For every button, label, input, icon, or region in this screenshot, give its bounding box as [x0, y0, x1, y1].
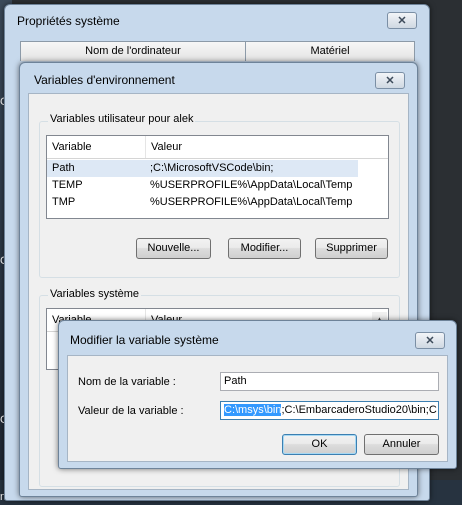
close-button[interactable]: ✕: [387, 12, 417, 29]
window-title: Variables d'environnement: [34, 73, 175, 87]
tab-label: Nom de l'ordinateur: [85, 45, 181, 57]
user-variables-list[interactable]: Variable Valeur Path ;C:\MicrosoftVSCode…: [46, 135, 389, 219]
field-value: Path: [224, 375, 247, 387]
close-icon: ✕: [425, 335, 435, 347]
column-label: Valeur: [151, 141, 182, 153]
variable-value: %USERPROFILE%\AppData\Local\Temp: [150, 179, 353, 191]
close-icon: ✕: [397, 15, 407, 27]
field-value: ;C:\EmbarcaderoStudio20\bin;C: [281, 404, 437, 416]
window-title: Propriétés système: [17, 14, 120, 28]
column-label: Variable: [52, 141, 92, 153]
selected-text: C:\msys\bin: [224, 404, 282, 416]
column-header-value[interactable]: Valeur: [146, 136, 388, 158]
variable-name: TEMP: [52, 179, 83, 191]
tab-hardware[interactable]: Matériel: [245, 41, 415, 61]
variable-name-label: Nom de la variable :: [78, 376, 176, 388]
column-header-variable[interactable]: Variable: [47, 136, 146, 158]
close-button[interactable]: ✕: [375, 72, 405, 89]
cancel-button[interactable]: Annuler: [364, 434, 439, 455]
variable-name-field[interactable]: Path: [220, 372, 439, 391]
variable-name: Path: [52, 162, 75, 174]
variable-value-field[interactable]: C:\msys\bin;C:\EmbarcaderoStudio20\bin;C: [220, 401, 439, 420]
variable-value: %USERPROFILE%\AppData\Local\Temp: [150, 196, 353, 208]
variable-name: TMP: [52, 196, 76, 208]
variable-value: ;C:\MicrosoftVSCode\bin;: [150, 162, 274, 174]
group-label: Variables utilisateur pour alek: [48, 113, 196, 125]
group-label: Variables système: [48, 288, 142, 300]
tab-computer-name[interactable]: Nom de l'ordinateur: [20, 41, 246, 61]
close-button[interactable]: ✕: [415, 332, 445, 349]
ok-button[interactable]: OK: [282, 434, 357, 455]
list-row[interactable]: TEMP %USERPROFILE%\AppData\Local\Temp: [47, 177, 358, 194]
edit-variable-button[interactable]: Modifier...: [228, 238, 301, 259]
list-row[interactable]: TMP %USERPROFILE%\AppData\Local\Temp: [47, 194, 358, 211]
list-header: Variable Valeur: [47, 136, 388, 159]
list-row[interactable]: Path ;C:\MicrosoftVSCode\bin;: [47, 160, 358, 177]
variable-value-label: Valeur de la variable :: [78, 405, 184, 417]
tab-label: Matériel: [310, 45, 350, 57]
dialog-client-area: Nom de la variable : Path Valeur de la v…: [67, 355, 448, 462]
dialog-title: Modifier la variable système: [70, 333, 219, 347]
new-variable-button[interactable]: Nouvelle...: [136, 238, 211, 259]
delete-variable-button[interactable]: Supprimer: [315, 238, 388, 259]
edit-system-variable-dialog: Modifier la variable système ✕ Nom de la…: [58, 320, 457, 469]
close-icon: ✕: [385, 75, 395, 87]
